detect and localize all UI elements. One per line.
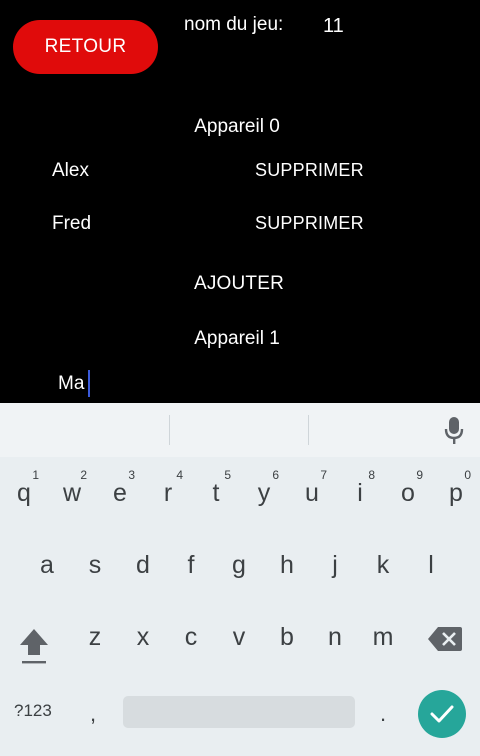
key-hint: 2 bbox=[80, 468, 87, 482]
key-y[interactable]: 6y bbox=[240, 461, 288, 517]
key-label: r bbox=[163, 478, 173, 507]
key-t[interactable]: 5t bbox=[192, 461, 240, 517]
soft-keyboard: 1q2w3e4r5t6y7u8i9o0p asdfghjkl zxcvbnm ?… bbox=[0, 403, 480, 756]
key-a[interactable]: a bbox=[23, 537, 71, 593]
key-j[interactable]: j bbox=[311, 537, 359, 593]
key-g[interactable]: g bbox=[215, 537, 263, 593]
backspace-icon[interactable] bbox=[428, 627, 462, 651]
text-caret bbox=[88, 370, 90, 397]
key-label: q bbox=[17, 478, 31, 507]
period-key[interactable]: . bbox=[380, 701, 386, 727]
key-d[interactable]: d bbox=[119, 537, 167, 593]
symbols-key[interactable]: ?123 bbox=[14, 701, 52, 721]
key-v[interactable]: v bbox=[215, 609, 263, 665]
checkmark-icon bbox=[430, 705, 454, 723]
key-r[interactable]: 4r bbox=[144, 461, 192, 517]
key-hint: 1 bbox=[32, 468, 39, 482]
key-hint: 7 bbox=[320, 468, 327, 482]
delete-player-button[interactable]: SUPPRIMER bbox=[255, 160, 364, 181]
key-q[interactable]: 1q bbox=[0, 461, 48, 517]
key-hint: 8 bbox=[368, 468, 375, 482]
device-1-title: Appareil 1 bbox=[194, 328, 280, 349]
key-h[interactable]: h bbox=[263, 537, 311, 593]
key-i[interactable]: 8i bbox=[336, 461, 384, 517]
enter-key[interactable] bbox=[418, 690, 466, 738]
shift-icon[interactable] bbox=[14, 621, 54, 667]
delete-player-button[interactable]: SUPPRIMER bbox=[255, 213, 364, 234]
key-label: i bbox=[357, 478, 363, 507]
key-label: o bbox=[401, 478, 415, 507]
game-name-value: 11 bbox=[323, 15, 344, 37]
game-setup-screen: RETOUR nom du jeu: 11 Appareil 0 Alex SU… bbox=[0, 0, 480, 403]
key-hint: 6 bbox=[272, 468, 279, 482]
space-bar[interactable] bbox=[123, 696, 355, 728]
key-m[interactable]: m bbox=[359, 609, 407, 665]
key-label: w bbox=[62, 478, 82, 507]
key-label: t bbox=[212, 478, 220, 507]
key-s[interactable]: s bbox=[71, 537, 119, 593]
key-k[interactable]: k bbox=[359, 537, 407, 593]
key-n[interactable]: n bbox=[311, 609, 359, 665]
add-player-button[interactable]: AJOUTER bbox=[0, 273, 478, 295]
player-name-input[interactable] bbox=[58, 368, 358, 400]
key-c[interactable]: c bbox=[167, 609, 215, 665]
microphone-icon[interactable] bbox=[443, 416, 465, 446]
key-hint: 9 bbox=[416, 468, 423, 482]
key-hint: 5 bbox=[224, 468, 231, 482]
key-w[interactable]: 2w bbox=[48, 461, 96, 517]
player-name: Fred bbox=[52, 213, 92, 234]
key-hint: 0 bbox=[464, 468, 471, 482]
key-label: p bbox=[449, 478, 463, 507]
key-u[interactable]: 7u bbox=[288, 461, 336, 517]
key-label: u bbox=[305, 478, 319, 507]
suggestion-bar bbox=[0, 403, 480, 457]
key-label: y bbox=[257, 478, 271, 507]
key-label: e bbox=[113, 478, 127, 507]
device-0-title: Appareil 0 bbox=[194, 116, 280, 137]
key-o[interactable]: 9o bbox=[384, 461, 432, 517]
game-name-label: nom du jeu: bbox=[184, 14, 284, 35]
key-e[interactable]: 3e bbox=[96, 461, 144, 517]
comma-key[interactable]: , bbox=[90, 701, 96, 727]
key-l[interactable]: l bbox=[407, 537, 455, 593]
suggestion-divider bbox=[308, 415, 309, 445]
suggestion-divider bbox=[169, 415, 170, 445]
key-f[interactable]: f bbox=[167, 537, 215, 593]
key-z[interactable]: z bbox=[71, 609, 119, 665]
key-p[interactable]: 0p bbox=[432, 461, 480, 517]
key-x[interactable]: x bbox=[119, 609, 167, 665]
key-hint: 3 bbox=[128, 468, 135, 482]
key-b[interactable]: b bbox=[263, 609, 311, 665]
back-button[interactable]: RETOUR bbox=[13, 20, 158, 74]
key-hint: 4 bbox=[176, 468, 183, 482]
player-name: Alex bbox=[52, 160, 89, 181]
